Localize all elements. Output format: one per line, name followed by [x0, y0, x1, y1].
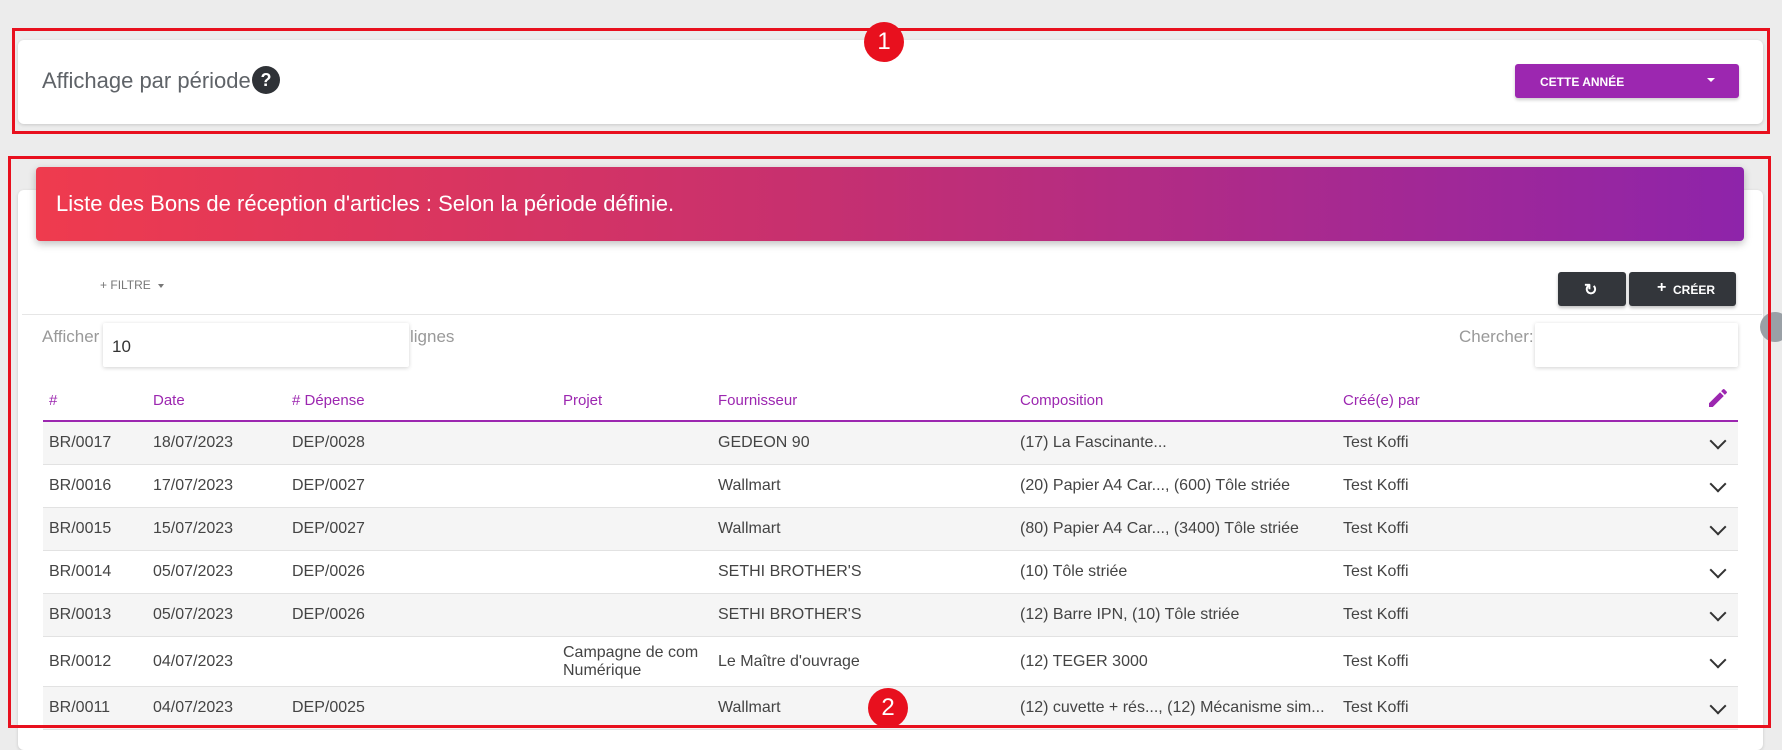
annotation-marker-2: 2 [868, 688, 908, 728]
annotation-box-2 [8, 156, 1771, 728]
annotation-marker-1: 1 [864, 22, 904, 62]
